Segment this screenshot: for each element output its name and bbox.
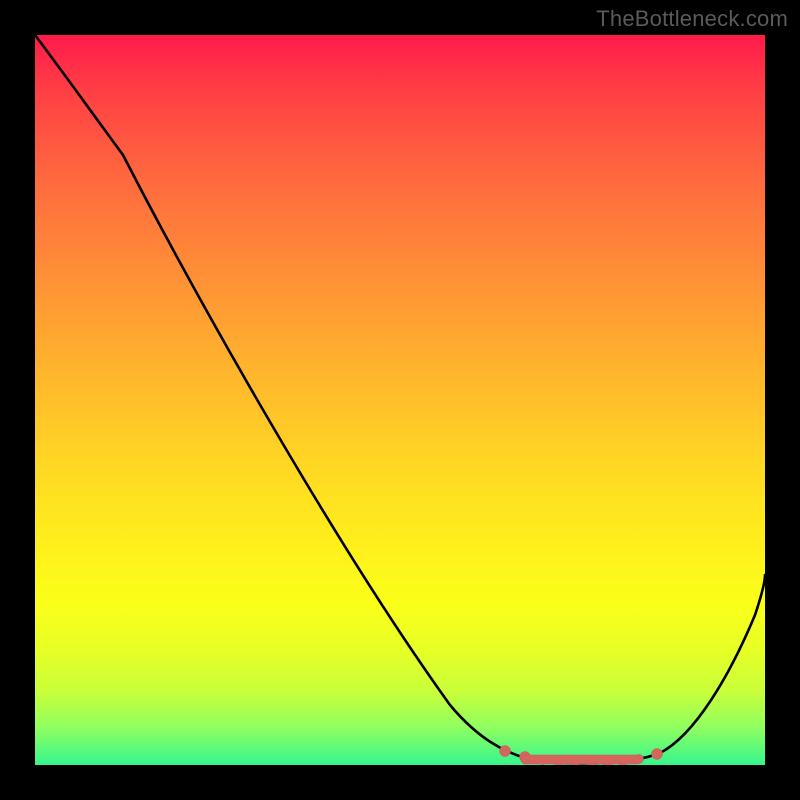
watermark-text: TheBottleneck.com	[596, 6, 788, 32]
chart-container: TheBottleneck.com	[0, 0, 800, 800]
plot-gradient-area	[35, 35, 765, 765]
